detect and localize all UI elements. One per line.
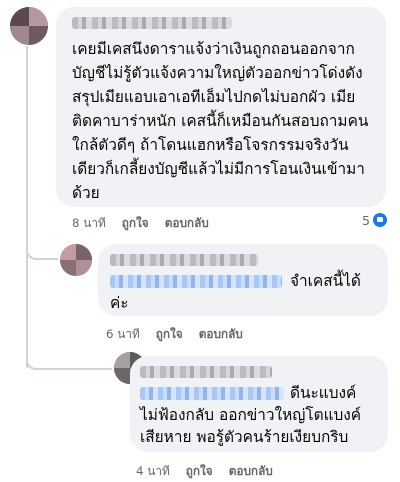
author-name[interactable] (140, 366, 272, 378)
avatar[interactable] (10, 7, 48, 45)
reply-button[interactable]: ตอบกลับ (165, 216, 209, 230)
reply-actions: 4 นาที ถูกใจ ตอบกลับ (136, 462, 289, 481)
like-reaction-icon (372, 213, 387, 227)
author-name[interactable] (110, 254, 258, 266)
timestamp[interactable]: 4 นาที (136, 464, 170, 478)
comment-actions: 8 นาที ถูกใจ ตอบกลับ (72, 214, 225, 233)
reply-text: ดีนะแบงค์ (290, 384, 357, 402)
reply-bubble: ดีนะแบงค์ ไม่ฟ้องกลับ ออกข่าวใหญ่โตแบงค์… (130, 356, 388, 452)
timestamp[interactable]: 6 นาที (106, 327, 140, 341)
like-button[interactable]: ถูกใจ (156, 327, 183, 341)
reply-bubble: จำเคสนี้ได้ ค่ะ (98, 244, 388, 316)
comment-text-line: เคยมีเคสนึงดาราแจ้งว่าเงินถูกถอนออกจาก (72, 40, 355, 58)
author-name[interactable] (72, 17, 232, 29)
reply-actions: 6 นาที ถูกใจ ตอบกลับ (106, 325, 259, 344)
reaction-count-value: 5 (362, 213, 370, 228)
reply-button[interactable]: ตอบกลับ (229, 464, 273, 478)
like-button[interactable]: ถูกใจ (186, 464, 213, 478)
reply-text: เสียหาย พอรู้ตัวคนร้ายเงียบกริบ (140, 428, 349, 446)
reply-text: จำเคสนี้ได้ (290, 272, 361, 290)
comment-text-line: ติดคาบาร่าหนัก เคสนี้ก็เหมือนกันสอบถามคน (72, 112, 369, 130)
reply-text: ไม่ฟ้องกลับ ออกข่าวใหญ่โตแบงค์ (140, 406, 362, 424)
mention-link[interactable] (110, 275, 282, 288)
thread-connector (26, 338, 112, 370)
comment-text-line: ใกล้ตัวดีๆ ถ้าโดนแฮกหรือโจรกรรมจริงวัน (72, 136, 349, 154)
comment-text-line: บัญชีไม่รู้ตัวแจ้งความใหญ่ตัวออกข่าวโด่ง… (72, 64, 363, 82)
like-button[interactable]: ถูกใจ (122, 216, 149, 230)
reply-button[interactable]: ตอบกลับ (199, 327, 243, 341)
comment-text-line: ด้วย (72, 184, 100, 202)
comment-text-line: สรุปเมียแอบเอาเอทีเอ็มไปกดไม่บอกผัว เมีย (72, 88, 356, 106)
mention-link[interactable] (140, 387, 284, 400)
reply-text: ค่ะ (110, 294, 129, 312)
comment-text-line: เดียวก็เกลี้ยงบัญชีแล้วไม่มีการโอนเงินเข… (72, 160, 365, 178)
timestamp[interactable]: 8 นาที (72, 216, 106, 230)
thread-connector (26, 230, 58, 260)
avatar[interactable] (60, 244, 92, 276)
comment-bubble: เคยมีเคสนึงดาราแจ้งว่าเงินถูกถอนออกจาก บ… (56, 7, 386, 207)
reaction-count[interactable]: 5 (362, 213, 387, 228)
